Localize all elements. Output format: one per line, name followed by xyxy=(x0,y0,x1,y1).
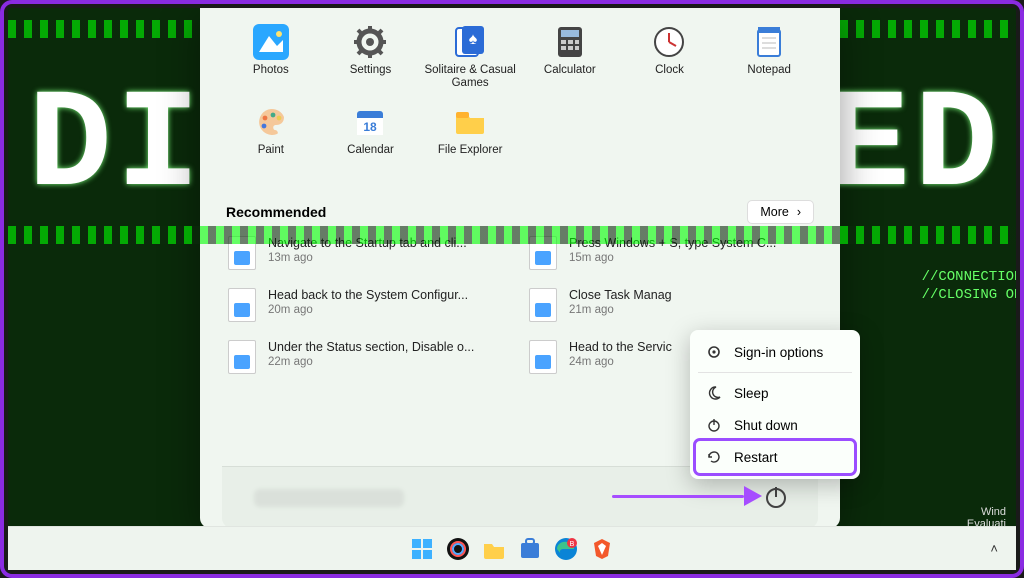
gear-icon xyxy=(706,344,722,360)
chevron-right-icon: › xyxy=(797,205,801,219)
wallpaper-text-right: ED xyxy=(826,68,1002,227)
taskbar-store-button[interactable] xyxy=(517,536,543,562)
taskbar-start-button[interactable] xyxy=(409,536,435,562)
app-file-explorer[interactable]: File Explorer xyxy=(421,100,519,174)
recommended-item[interactable]: Under the Status section, Disable o...22… xyxy=(228,340,511,374)
power-signin-options[interactable]: Sign-in options xyxy=(696,336,854,368)
svg-text:18: 18 xyxy=(364,120,378,134)
desktop-wallpaper: DI ED //CONNECTION TER //CLOSING OPEN P … xyxy=(8,8,1016,570)
photos-icon xyxy=(253,24,289,60)
calendar-icon: 18 xyxy=(352,104,388,140)
power-button[interactable] xyxy=(766,488,786,508)
calculator-icon xyxy=(552,24,588,60)
power-shutdown[interactable]: Shut down xyxy=(696,409,854,441)
document-icon xyxy=(529,340,557,374)
recommended-heading: Recommended xyxy=(226,204,326,220)
recommended-item[interactable]: Head back to the System Configur...20m a… xyxy=(228,288,511,322)
app-settings[interactable]: Settings xyxy=(322,20,420,94)
taskbar-explorer-button[interactable] xyxy=(481,536,507,562)
moon-icon xyxy=(706,385,722,401)
app-clock[interactable]: Clock xyxy=(621,20,719,94)
taskbar-edge-button[interactable]: B xyxy=(553,536,579,562)
document-icon xyxy=(228,236,256,270)
document-icon xyxy=(529,288,557,322)
svg-text:B: B xyxy=(570,541,575,548)
document-icon xyxy=(228,340,256,374)
taskbar: B ˄ xyxy=(8,526,1016,570)
wallpaper-text-left: DI xyxy=(28,68,204,227)
paint-icon xyxy=(253,104,289,140)
recommended-item[interactable]: Press Windows + S, type System C...15m a… xyxy=(529,236,812,270)
app-calculator[interactable]: Calculator xyxy=(521,20,619,94)
recommended-item[interactable]: Close Task Manag21m ago xyxy=(529,288,812,322)
solitaire-icon: ♠ xyxy=(452,24,488,60)
recommended-item[interactable]: Navigate to the Startup tab and cli...13… xyxy=(228,236,511,270)
taskbar-brave-button[interactable] xyxy=(589,536,615,562)
document-icon xyxy=(228,288,256,322)
app-notepad[interactable]: Notepad xyxy=(720,20,818,94)
taskbar-search-button[interactable] xyxy=(445,536,471,562)
recommended-more-button[interactable]: More › xyxy=(747,200,814,224)
power-icon xyxy=(766,488,786,508)
svg-text:♠: ♠ xyxy=(469,31,478,48)
app-calendar[interactable]: 18 Calendar xyxy=(322,100,420,174)
annotation-arrow xyxy=(612,486,762,506)
taskbar-chevron-up[interactable]: ˄ xyxy=(990,541,998,556)
explorer-icon xyxy=(452,104,488,140)
power-menu: Sign-in options Sleep Shut down Restart xyxy=(690,330,860,479)
menu-separator xyxy=(698,372,852,373)
notepad-icon xyxy=(751,24,787,60)
app-paint[interactable]: Paint xyxy=(222,100,320,174)
pinned-apps-grid: Photos Settings ♠ Solitaire & Casual Gam… xyxy=(222,20,818,174)
wallpaper-terminal-text: //CONNECTION TER //CLOSING OPEN P xyxy=(922,268,1016,304)
app-solitaire[interactable]: ♠ Solitaire & Casual Games xyxy=(421,20,519,94)
settings-icon xyxy=(352,24,388,60)
document-icon xyxy=(529,236,557,270)
power-icon xyxy=(706,417,722,433)
clock-icon xyxy=(651,24,687,60)
power-restart[interactable]: Restart xyxy=(696,441,854,473)
user-account-button[interactable] xyxy=(254,489,404,507)
app-photos[interactable]: Photos xyxy=(222,20,320,94)
chevron-up-icon: ˄ xyxy=(990,541,998,556)
power-sleep[interactable]: Sleep xyxy=(696,377,854,409)
restart-icon xyxy=(706,449,722,465)
